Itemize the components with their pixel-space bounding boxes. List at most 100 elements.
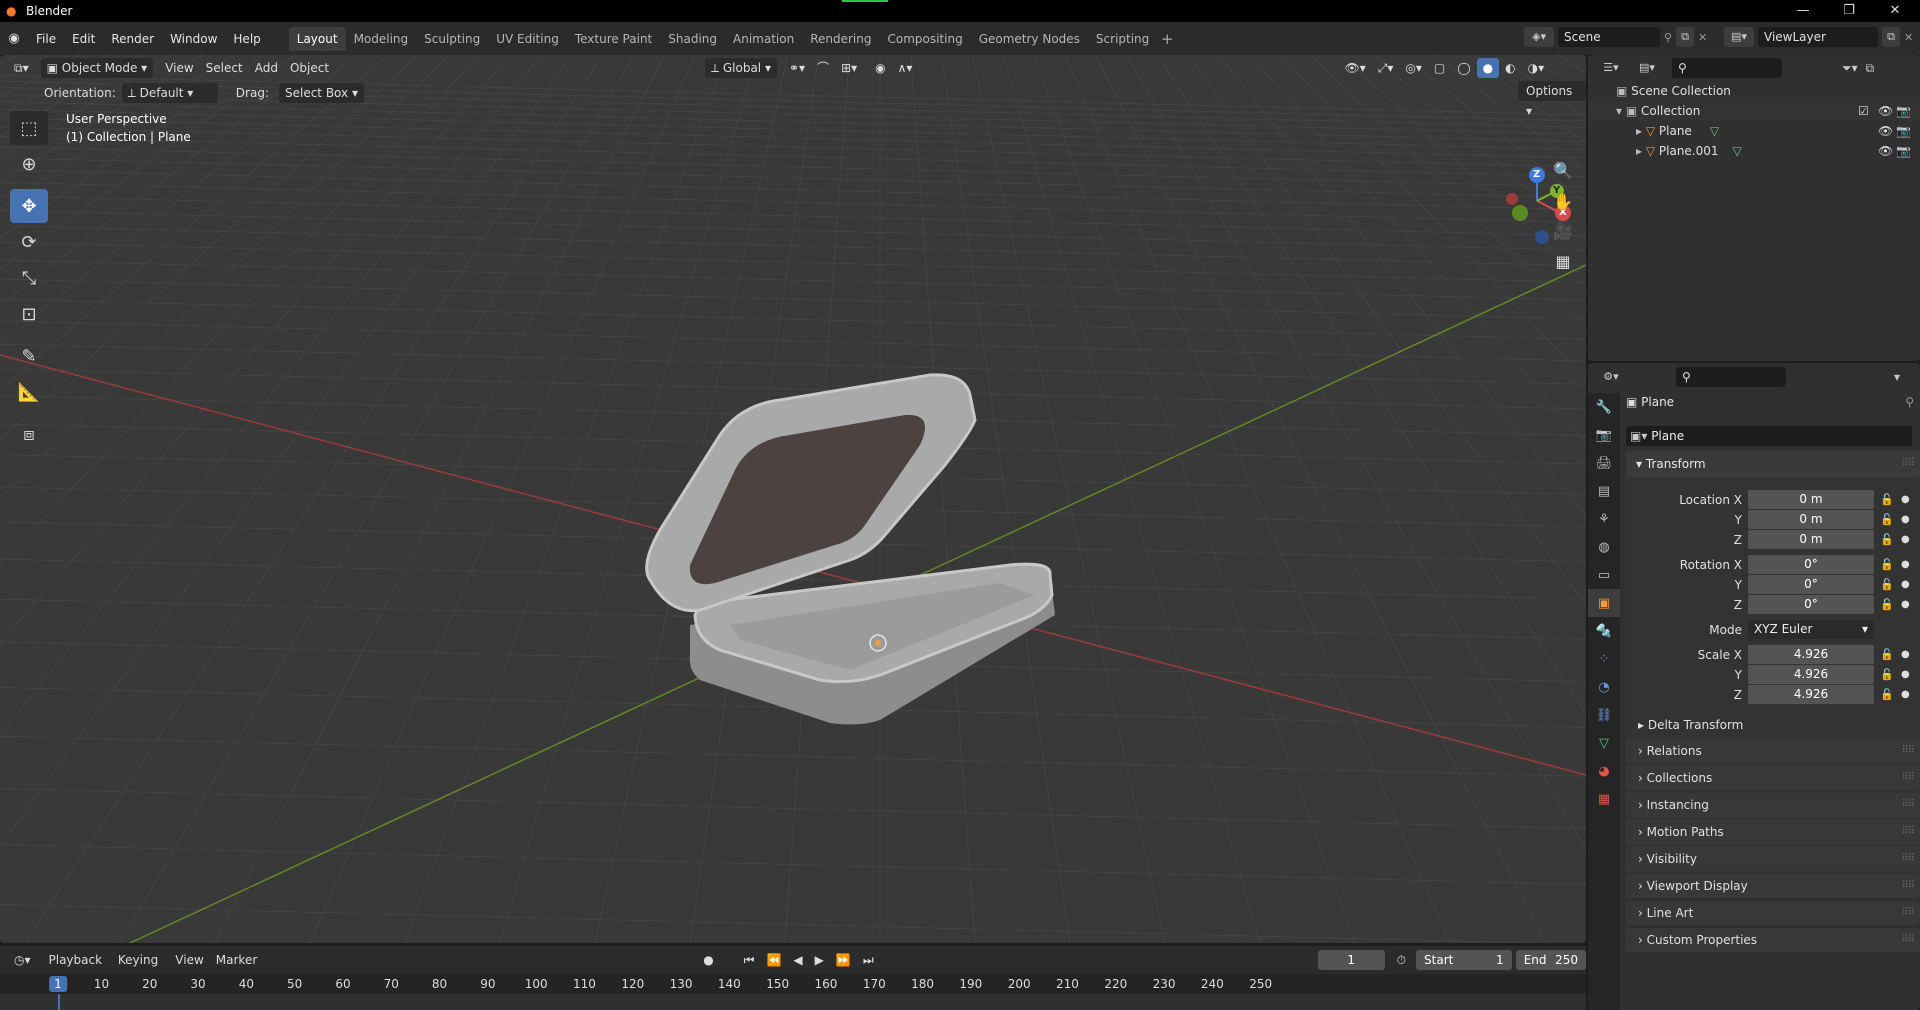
lock-icon[interactable]: 🔓 xyxy=(1880,575,1894,595)
zoom-icon[interactable]: 🔍 xyxy=(1548,155,1578,185)
tab-compositing[interactable]: Compositing xyxy=(879,27,970,51)
add-workspace-icon[interactable]: + xyxy=(1157,27,1177,51)
current-frame-field[interactable]: 1 xyxy=(1317,950,1385,970)
scale-tool-icon[interactable]: ⤡ xyxy=(10,261,48,295)
collection-visibility-icon[interactable]: 👁 xyxy=(1878,101,1893,121)
properties-editor-type-icon[interactable]: ⚙▾ xyxy=(1596,367,1626,387)
object-datablock-field[interactable]: ▣▾ Plane xyxy=(1626,426,1912,446)
pin-icon[interactable]: ⚲ xyxy=(1905,391,1914,413)
physics-tab-icon[interactable]: ◔ xyxy=(1588,673,1620,701)
menu-view[interactable]: View xyxy=(159,58,199,78)
keyframe-dot-icon[interactable]: ● xyxy=(1901,685,1910,705)
menu-render[interactable]: Render xyxy=(103,29,162,49)
object-browse-icon[interactable]: ▣▾ xyxy=(1630,429,1651,443)
view-layer-icon[interactable]: ▤▾ xyxy=(1724,27,1754,47)
overlay-icon[interactable]: ◎▾ xyxy=(1399,58,1428,78)
visibility-panel[interactable]: › Visibility ⠿⠿ xyxy=(1626,847,1920,871)
playhead-line[interactable] xyxy=(58,994,60,1010)
tab-sculpting[interactable]: Sculpting xyxy=(416,27,488,51)
drag-grip-icon[interactable]: ⠿⠿ xyxy=(1901,451,1915,477)
outliner-editor-type-icon[interactable]: ☰▾ xyxy=(1596,58,1626,78)
lock-icon[interactable]: 🔓 xyxy=(1880,555,1894,575)
drag-grip-icon[interactable]: ⠿⠿ xyxy=(1901,766,1915,790)
menu-help[interactable]: Help xyxy=(225,29,268,49)
move-tool-icon[interactable]: ✥ xyxy=(10,189,48,223)
tab-texture-paint[interactable]: Texture Paint xyxy=(567,27,660,51)
add-cube-tool-icon[interactable]: ⧈ xyxy=(10,417,48,451)
keyframe-dot-icon[interactable]: ● xyxy=(1901,555,1910,575)
playhead-frame[interactable]: 1 xyxy=(49,976,67,992)
motion-paths-panel[interactable]: › Motion Paths ⠿⠿ xyxy=(1626,820,1920,844)
jump-end-icon[interactable]: ⏭ xyxy=(857,950,880,970)
object-mode-dropdown[interactable]: ▣ Object Mode ▾ xyxy=(40,58,154,78)
proportional-edit-icon[interactable]: ◉ xyxy=(869,58,891,78)
tab-animation[interactable]: Animation xyxy=(725,27,802,51)
lock-icon[interactable]: 🔓 xyxy=(1880,685,1894,705)
menu-object[interactable]: Object xyxy=(284,58,335,78)
view-layer-name-field[interactable]: ViewLayer xyxy=(1758,27,1878,47)
next-keyframe-icon[interactable]: ⏩ xyxy=(830,950,857,970)
location-x-field[interactable]: 0 m xyxy=(1748,490,1874,509)
editor-type-icon[interactable]: ⧉▾ xyxy=(8,58,35,78)
menu-window[interactable]: Window xyxy=(162,29,225,49)
scene-name-field[interactable]: Scene xyxy=(1558,27,1660,47)
new-collection-icon[interactable]: ⧉ xyxy=(1866,61,1875,76)
material-shading-icon[interactable]: ◐ xyxy=(1499,58,1521,78)
keyframe-dot-icon[interactable]: ● xyxy=(1901,595,1910,615)
expand-arrow-icon[interactable]: ▸ xyxy=(1636,124,1646,138)
start-frame-field[interactable]: Start 1 xyxy=(1416,950,1512,970)
collection-tab-icon[interactable]: ▭ xyxy=(1588,561,1620,589)
mesh-data-tab-icon[interactable]: ▽ xyxy=(1588,729,1620,757)
snap-target-icon[interactable]: ⊞▾ xyxy=(835,58,863,78)
collection-checkbox-icon[interactable]: ☑ xyxy=(1858,101,1869,121)
prev-keyframe-icon[interactable]: ⏪ xyxy=(760,950,787,970)
particles-tab-icon[interactable]: ⁘ xyxy=(1588,645,1620,673)
pivot-icon[interactable]: ⚭▾ xyxy=(783,58,811,78)
tab-scripting[interactable]: Scripting xyxy=(1088,27,1157,51)
gizmo-z-label[interactable]: Z xyxy=(1533,169,1540,180)
timeline-editor-type-icon[interactable]: ◷▾ xyxy=(8,950,37,970)
output-tab-icon[interactable]: 🖨 xyxy=(1588,449,1620,477)
tab-modeling[interactable]: Modeling xyxy=(346,27,417,51)
options-dropdown[interactable]: Options ▾ xyxy=(1518,81,1586,118)
remove-scene-icon[interactable]: ✕ xyxy=(1698,31,1707,44)
record-icon[interactable]: ● ▾ xyxy=(697,950,727,987)
plane-001-visibility-icon[interactable]: 👁 xyxy=(1878,141,1893,161)
timeline-track[interactable] xyxy=(0,994,1586,1010)
modifier-tab-icon[interactable]: 🔩 xyxy=(1588,617,1620,645)
outliner-search-input[interactable]: ⚲ xyxy=(1672,58,1782,78)
keyframe-dot-icon[interactable]: ● xyxy=(1901,575,1910,595)
menu-timeline-view[interactable]: View xyxy=(169,950,209,970)
scene-type-icon[interactable]: ◈▾ xyxy=(1524,27,1554,47)
transform-panel-header[interactable]: ▾ Transform ⠿⠿ xyxy=(1626,451,1920,477)
display-mode-icon[interactable]: ▤▾ xyxy=(1632,58,1662,78)
instancing-panel[interactable]: › Instancing ⠿⠿ xyxy=(1626,793,1920,817)
drag-grip-icon[interactable]: ⠿⠿ xyxy=(1901,901,1915,925)
cursor-tool-icon[interactable]: ⊕ xyxy=(10,147,48,181)
tree-collection[interactable]: ▾ ▣ Collection ☑ 👁 📷 xyxy=(1588,101,1920,121)
jump-start-icon[interactable]: ⏮ xyxy=(738,950,761,970)
keyframe-dot-icon[interactable]: ● xyxy=(1901,510,1910,530)
render-tab-icon[interactable]: 📷 xyxy=(1588,421,1620,449)
relations-panel[interactable]: › Relations ⠿⠿ xyxy=(1626,739,1920,763)
line-art-panel[interactable]: › Line Art ⠿⠿ xyxy=(1626,901,1920,925)
keyframe-dot-icon[interactable]: ● xyxy=(1901,645,1910,665)
rotation-z-field[interactable]: 0° xyxy=(1748,595,1874,614)
keyframe-dot-icon[interactable]: ● xyxy=(1901,490,1910,510)
rotate-tool-icon[interactable]: ⟳ xyxy=(10,225,48,259)
menu-add[interactable]: Add xyxy=(249,58,284,78)
clock-icon[interactable]: ⏱ xyxy=(1391,950,1412,970)
menu-edit[interactable]: Edit xyxy=(64,29,103,49)
plane-render-icon[interactable]: 📷 xyxy=(1896,121,1911,141)
filter-icon[interactable]: ⏷▾ xyxy=(1842,61,1858,76)
scale-z-field[interactable]: 4.926 xyxy=(1748,685,1874,704)
world-tab-icon[interactable]: ◍ xyxy=(1588,533,1620,561)
lock-icon[interactable]: 🔓 xyxy=(1880,510,1894,530)
lock-icon[interactable]: 🔓 xyxy=(1880,530,1894,550)
drag-grip-icon[interactable]: ⠿⠿ xyxy=(1901,820,1915,844)
rotation-y-field[interactable]: 0° xyxy=(1748,575,1874,594)
plane-001-render-icon[interactable]: 📷 xyxy=(1896,141,1911,161)
new-view-layer-icon[interactable]: ⧉ xyxy=(1882,27,1900,47)
mesh-data-icon[interactable]: ▽ xyxy=(1710,124,1719,138)
drag-grip-icon[interactable]: ⠿⠿ xyxy=(1901,847,1915,871)
